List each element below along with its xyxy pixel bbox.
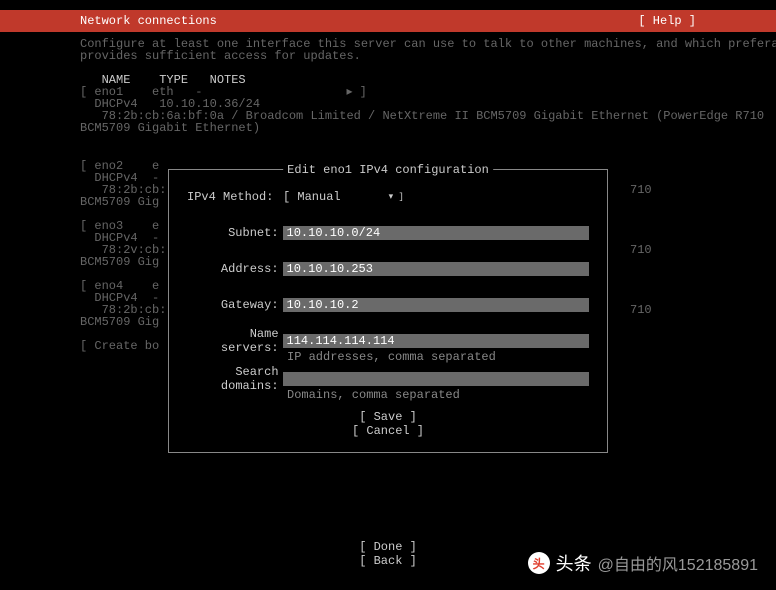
- bg-text: 710: [630, 303, 652, 315]
- subnet-label: Subnet:: [187, 226, 283, 240]
- modal-title: Edit eno1 IPv4 configuration: [283, 163, 493, 177]
- bg-text: 710: [630, 243, 652, 255]
- address-label: Address:: [187, 262, 283, 276]
- help-button[interactable]: [ Help ]: [638, 10, 696, 32]
- watermark-brand: 头条: [556, 550, 592, 576]
- address-row: Address:: [187, 262, 589, 276]
- done-button[interactable]: [ Done ]: [359, 540, 417, 554]
- nameservers-input[interactable]: [283, 334, 589, 348]
- nameservers-label: Name servers:: [187, 327, 283, 355]
- method-row: IPv4 Method: [ Manual ▾ ]: [187, 190, 589, 204]
- page-title: Network connections: [80, 10, 217, 32]
- save-button[interactable]: [ Save ]: [359, 410, 417, 424]
- nameservers-row: Name servers:: [187, 334, 589, 348]
- bg-text: 710: [630, 183, 652, 195]
- iface1-mac2: BCM5709 Gigabit Ethernet): [80, 122, 738, 134]
- searchdomains-row: Search domains:: [187, 372, 589, 386]
- intro-line2: provides sufficient access for updates.: [80, 50, 738, 62]
- address-input[interactable]: [283, 262, 589, 276]
- watermark-logo-icon: 头: [528, 552, 550, 574]
- searchdomains-input[interactable]: [283, 372, 589, 386]
- title-bar: Network connections [ Help ]: [0, 10, 776, 32]
- searchdomains-label: Search domains:: [187, 365, 283, 393]
- chevron-down-icon: ▾ ]: [389, 192, 404, 202]
- back-button[interactable]: [ Back ]: [359, 554, 417, 568]
- watermark: 头 头条 @自由的风152185891: [528, 550, 758, 576]
- watermark-user: @自由的风152185891: [598, 551, 758, 575]
- cancel-button[interactable]: [ Cancel ]: [352, 424, 424, 438]
- nameservers-hint: IP addresses, comma separated: [287, 350, 589, 362]
- subnet-row: Subnet:: [187, 226, 589, 240]
- method-select[interactable]: [ Manual ▾ ]: [283, 190, 404, 204]
- method-label: IPv4 Method:: [187, 190, 283, 204]
- subnet-input[interactable]: [283, 226, 589, 240]
- gateway-row: Gateway:: [187, 298, 589, 312]
- gateway-label: Gateway:: [187, 298, 283, 312]
- gateway-input[interactable]: [283, 298, 589, 312]
- ipv4-config-modal: Edit eno1 IPv4 configuration IPv4 Method…: [168, 169, 608, 453]
- modal-buttons: [ Save ] [ Cancel ]: [187, 410, 589, 438]
- method-value-text: [ Manual: [283, 190, 341, 204]
- main-content: Configure at least one interface this se…: [0, 32, 776, 134]
- searchdomains-hint: Domains, comma separated: [287, 388, 589, 400]
